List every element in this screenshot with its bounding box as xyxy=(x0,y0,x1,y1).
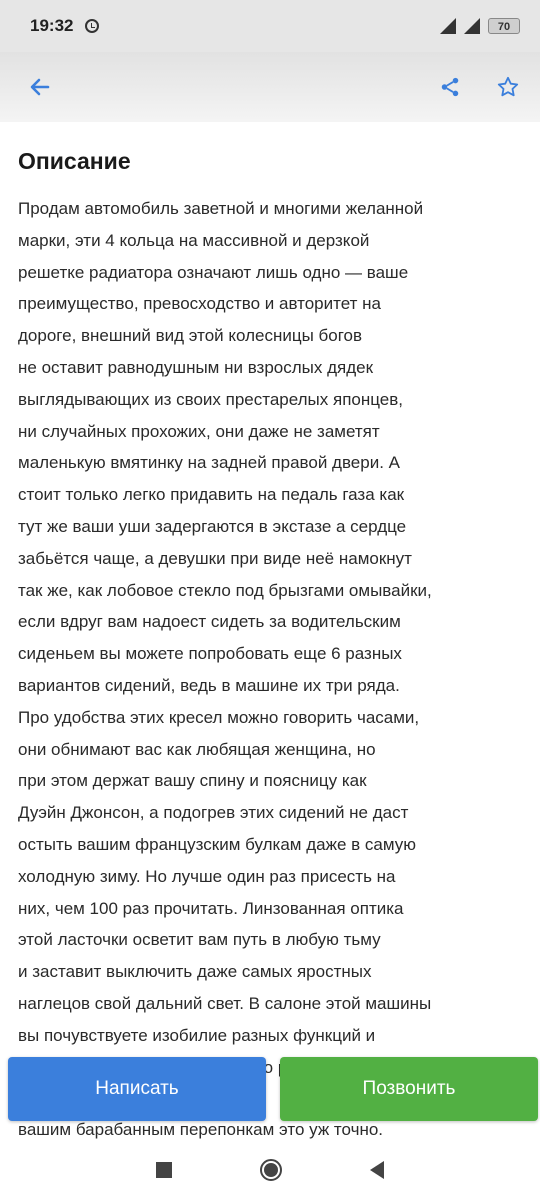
signal-icon-2 xyxy=(464,18,480,34)
recent-apps-icon[interactable] xyxy=(156,1162,172,1178)
status-indicators: 70 xyxy=(440,18,520,34)
battery-icon: 70 xyxy=(488,18,520,34)
favorite-button[interactable] xyxy=(488,67,528,107)
write-button[interactable]: Написать xyxy=(8,1057,266,1121)
share-icon xyxy=(441,77,459,97)
alarm-icon xyxy=(85,19,100,33)
section-title: Описание xyxy=(18,148,131,174)
home-icon[interactable] xyxy=(260,1159,282,1181)
signal-icon xyxy=(440,18,456,34)
action-bar: Написать Позвонить xyxy=(0,1055,540,1125)
back-triangle-icon[interactable] xyxy=(370,1161,384,1179)
app-bar xyxy=(0,52,540,122)
description-section: Описание Продам автомобиль заветной и мн… xyxy=(18,148,524,1083)
share-button[interactable] xyxy=(430,67,470,107)
description-text: Продам автомобиль заветной и многими жел… xyxy=(18,199,432,1077)
status-time: 19:32 xyxy=(30,16,74,35)
back-button[interactable] xyxy=(20,67,60,107)
star-outline-icon xyxy=(497,76,519,97)
app-bar-actions xyxy=(430,67,528,107)
status-bar: 19:32 70 xyxy=(0,0,540,52)
call-button[interactable]: Позвонить xyxy=(280,1057,538,1121)
arrow-left-icon xyxy=(30,78,50,96)
home-icon-inner xyxy=(264,1163,278,1177)
system-nav-bar xyxy=(0,1140,540,1200)
